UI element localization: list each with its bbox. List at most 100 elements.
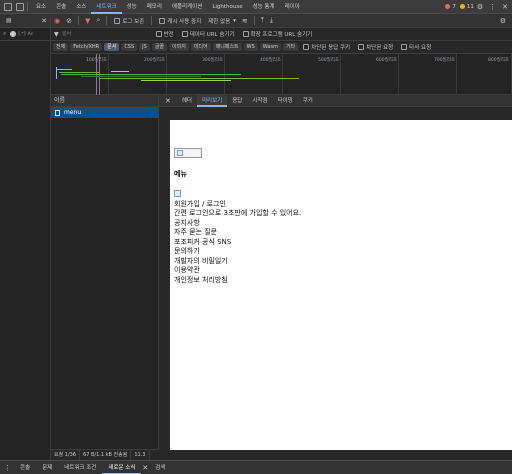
chip-other[interactable]: 기타 (282, 43, 299, 51)
left-drawer-panel: ▤ ✕ ⌕ [.*] Ac (0, 14, 51, 460)
hide-data-urls-checkbox[interactable]: 데이터 URL 숨기기 (181, 30, 235, 38)
close-icon[interactable]: ✕ (142, 464, 148, 472)
tab-console[interactable]: 콘솔 (51, 0, 71, 14)
tab-elements[interactable]: 요소 (31, 0, 51, 14)
network-toolbar: ◉ ⊘ ▼ ⌕ 로그 보존 캐시 사용 중지 제한 없음 ▾ ≋ ⤒ ⤓ ⚙ (51, 14, 512, 28)
tab-response[interactable]: 응답 (227, 95, 247, 107)
tab-application[interactable]: 애플리케이션 (167, 0, 207, 14)
network-overview-timeline[interactable]: 100밀리초 200밀리초 300밀리초 400밀리초 500밀리초 600밀리… (51, 54, 512, 95)
timeline-tick: 800밀리초 (488, 58, 510, 63)
invert-checkbox[interactable]: 반전 (155, 30, 174, 38)
more-options-icon[interactable]: ⋮ (489, 3, 496, 11)
gridline (456, 54, 457, 95)
drawer-tab-whats-new[interactable]: 새로운 소식 (102, 461, 142, 474)
tab-cookies[interactable]: 쿠키 (298, 95, 318, 107)
drawer-tab-network-conditions[interactable]: 네트워크 조건 (58, 461, 102, 474)
chip-all[interactable]: 전체 (53, 43, 69, 51)
clear-filter-icon[interactable] (10, 31, 17, 37)
blocked-cookies-checkbox[interactable]: 차단된 응답 쿠키 (303, 43, 350, 51)
gridline (282, 54, 283, 95)
tab-network[interactable]: 네트워크 (91, 0, 122, 14)
regex-chip[interactable]: [.*] (18, 32, 25, 37)
warning-count: 11 (466, 3, 474, 10)
tab-sources[interactable]: 소스 (71, 0, 91, 14)
preview-line: 개발자의 비밀일기 (174, 257, 228, 265)
panel-layout-icon[interactable]: ▤ (6, 17, 12, 24)
drawer-tab-issues[interactable]: 문제 (36, 461, 58, 474)
tab-layers[interactable]: 레이아 (280, 0, 305, 14)
chip-fetch-xhr[interactable]: Fetch/XHR (70, 43, 103, 51)
disable-cache-checkbox[interactable]: 캐시 사용 중지 (159, 17, 201, 25)
record-icon[interactable]: ◉ (54, 17, 60, 25)
wifi-icon[interactable]: ≋ (242, 17, 248, 25)
third-party-checkbox[interactable]: 타사 요청 (401, 43, 431, 51)
tab-timing[interactable]: 타이밍 (273, 95, 298, 107)
chip-doc[interactable]: 문서 (104, 43, 120, 51)
tab-performance-insights[interactable]: 성능 통계 (248, 0, 280, 14)
search-icon: ⌕ (3, 30, 7, 37)
bottom-drawer-tabs: ⋮ 콘솔 문제 네트워크 조건 새로운 소식 ✕ 검색 (0, 460, 512, 474)
preview-line: 자주 묻는 질문 (174, 228, 218, 236)
devtools-tab-bar: 요소 콘솔 소스 네트워크 성능 메모리 애플리케이션 Lighthouse 성… (0, 0, 512, 14)
request-bar (99, 78, 299, 79)
request-bar (57, 69, 72, 70)
close-icon[interactable]: ✕ (502, 3, 508, 11)
upload-icon[interactable]: ⤒ (261, 16, 264, 25)
warning-count-badge[interactable]: 11 (459, 3, 474, 10)
blocked-requests-label: 차단된 요청 (366, 45, 394, 51)
request-row-selected[interactable]: menu (51, 107, 158, 118)
tab-initiator[interactable]: 시작점 (247, 95, 272, 107)
name-column-header[interactable]: 이름 (51, 95, 158, 107)
case-chip[interactable]: Ac (28, 32, 33, 37)
preview-line: 개인정보 처리방침 (174, 276, 228, 284)
chip-font[interactable]: 글꼴 (151, 43, 168, 51)
filter-input[interactable] (61, 31, 152, 37)
resource-type-filters: 전체 Fetch/XHR 문서 CSS JS 글꼴 이미지 미디어 매니페스트 … (51, 41, 512, 54)
chip-js[interactable]: JS (139, 43, 150, 51)
drawer-tab-console[interactable]: 콘솔 (14, 461, 36, 474)
tab-headers[interactable]: 헤더 (177, 95, 197, 107)
device-toolbar-icon[interactable] (16, 2, 24, 11)
inspect-element-icon[interactable] (4, 2, 12, 11)
error-count: 7 (452, 3, 456, 10)
blocked-cookies-label: 차단된 응답 쿠키 (311, 45, 351, 51)
tab-memory[interactable]: 메모리 (142, 0, 167, 14)
html-preview: 메뉴 회원가입 / 로그인 간편 로그인으로 3초만에 가입할 수 있어요. 공… (170, 120, 512, 450)
request-bar (111, 71, 129, 72)
preview-line: 이용약관 (174, 266, 200, 274)
close-icon[interactable]: ✕ (165, 97, 171, 105)
gear-icon[interactable]: ⚙ (500, 17, 506, 25)
request-bar (81, 76, 201, 77)
drawer-tab-search[interactable]: 검색 (149, 461, 171, 474)
chip-ws[interactable]: WS (243, 43, 258, 51)
filter-icon[interactable]: ▼ (85, 17, 90, 25)
throttle-select[interactable]: 제한 없음 ▾ (208, 17, 236, 25)
preview-line: 문의하기 (174, 247, 200, 255)
invert-label: 반전 (163, 32, 174, 38)
broken-image-icon (174, 190, 181, 197)
chip-manifest[interactable]: 매니페스트 (212, 43, 242, 51)
error-icon (445, 4, 451, 9)
timeline-tick: 600밀리초 (376, 58, 398, 63)
download-icon[interactable]: ⤓ (270, 16, 273, 25)
chip-css[interactable]: CSS (121, 43, 138, 51)
divider (27, 2, 28, 11)
more-tabs-icon[interactable]: ⋮ (4, 464, 11, 472)
blocked-requests-checkbox[interactable]: 차단된 요청 (358, 43, 393, 51)
hide-extension-urls-checkbox[interactable]: 확장 프로그램 URL 숨기기 (242, 30, 312, 38)
close-icon[interactable]: ✕ (41, 17, 47, 25)
tab-preview[interactable]: 미리보기 (197, 94, 228, 107)
error-count-badge[interactable]: 7 (445, 4, 456, 10)
chip-media[interactable]: 미디어 (190, 43, 211, 51)
preview-line: 간편 로그인으로 3초만에 가입할 수 있어요. (174, 209, 302, 217)
chip-wasm[interactable]: Wasm (259, 43, 281, 51)
throttle-value: 제한 없음 (208, 18, 231, 25)
broken-image-icon (174, 148, 202, 158)
clear-icon[interactable]: ⊘ (66, 17, 72, 25)
chip-img[interactable]: 이미지 (169, 43, 189, 51)
tab-lighthouse[interactable]: Lighthouse (207, 0, 247, 14)
search-icon[interactable]: ⌕ (96, 16, 100, 25)
tab-performance[interactable]: 성능 (122, 0, 142, 14)
gear-icon[interactable]: ⚙ (477, 3, 483, 11)
preserve-log-checkbox[interactable]: 로그 보존 (114, 17, 144, 25)
